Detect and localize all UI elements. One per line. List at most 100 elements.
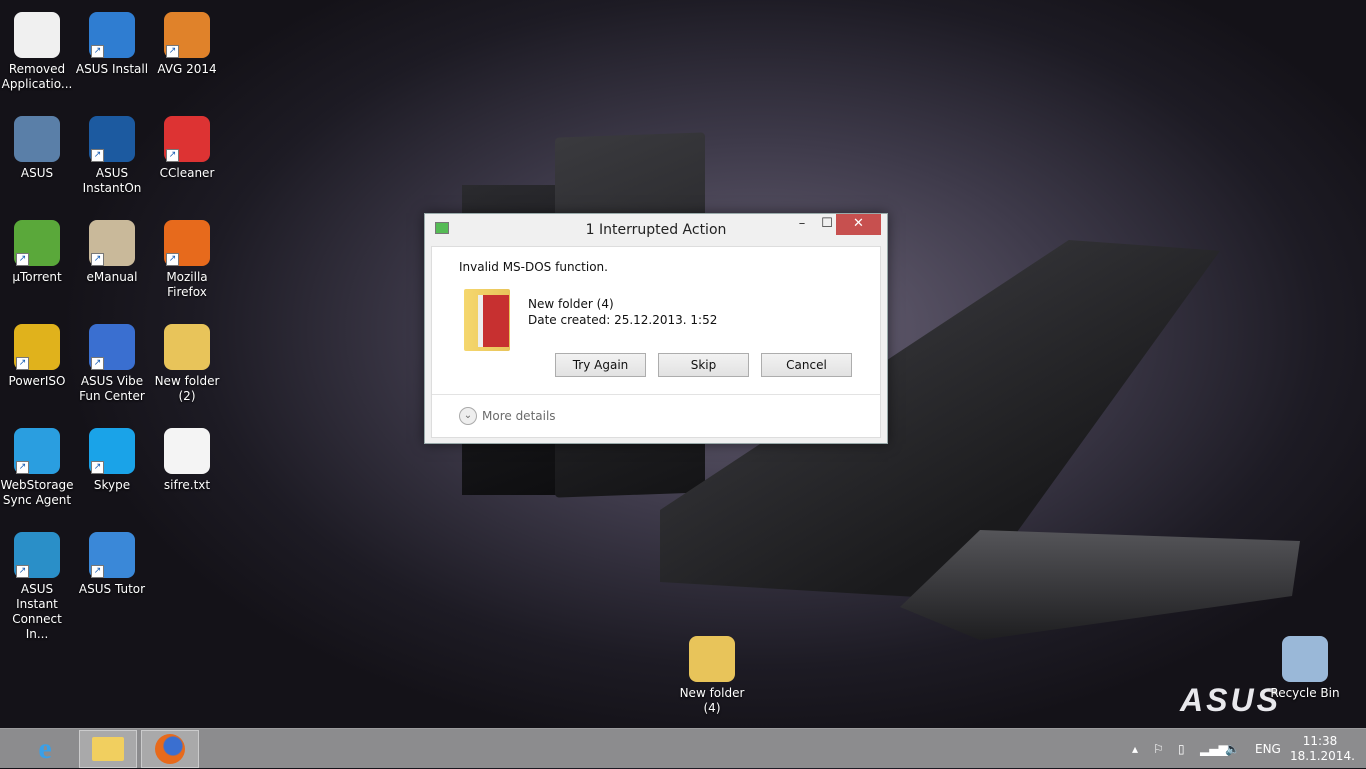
try-again-button[interactable]: Try Again (555, 353, 646, 377)
desktop-icon[interactable]: Removed Applicatio... (0, 12, 74, 92)
volume-icon[interactable]: 🔈 (1225, 729, 1240, 769)
desktop-icon-label: WebStorage Sync Agent (0, 478, 74, 507)
app-icon (14, 12, 60, 58)
folder-icon (464, 289, 510, 351)
folder-icon (92, 737, 124, 761)
app-icon (164, 428, 210, 474)
desktop-icon[interactable]: ↗ ASUS Tutor (75, 532, 149, 597)
app-icon (689, 636, 735, 682)
desktop-icon-label: ASUS Instant Connect In... (12, 582, 62, 641)
shortcut-arrow-icon: ↗ (16, 357, 29, 370)
skip-button[interactable]: Skip (658, 353, 749, 377)
more-details-toggle[interactable]: ⌄ More details (459, 407, 556, 425)
file-transfer-icon (435, 222, 449, 234)
shortcut-arrow-icon: ↗ (91, 565, 104, 578)
power-icon[interactable]: ▯ (1178, 729, 1185, 769)
app-icon: ↗ (89, 532, 135, 578)
desktop-icon-label: Recycle Bin (1270, 686, 1340, 700)
shortcut-arrow-icon: ↗ (166, 45, 179, 58)
app-icon: ↗ (164, 220, 210, 266)
desktop-icon-label: New folder (4) (679, 686, 745, 715)
app-icon (1282, 636, 1328, 682)
desktop-icon-label: AVG 2014 (157, 62, 217, 76)
minimize-button[interactable]: – (787, 214, 817, 235)
desktop-icon[interactable]: ↗ Skype (75, 428, 149, 493)
shortcut-arrow-icon: ↗ (91, 461, 104, 474)
desktop-icon[interactable]: ↗ PowerISO (0, 324, 74, 389)
desktop-icon-label: PowerISO (8, 374, 66, 388)
app-icon: ↗ (164, 116, 210, 162)
firefox-button[interactable] (141, 730, 199, 768)
app-icon: ↗ (14, 428, 60, 474)
desktop-icon-label: sifre.txt (163, 478, 211, 492)
app-icon: ↗ (89, 220, 135, 266)
shortcut-arrow-icon: ↗ (16, 565, 29, 578)
action-center-flag-icon[interactable]: ⚐ (1153, 729, 1164, 769)
shortcut-arrow-icon: ↗ (166, 149, 179, 162)
chevron-down-icon: ⌄ (459, 407, 477, 425)
shortcut-arrow-icon: ↗ (91, 253, 104, 266)
desktop-icon[interactable]: ↗ ASUS Vibe Fun Center (75, 324, 149, 404)
desktop-icon[interactable]: ↗ Mozilla Firefox (150, 220, 224, 300)
app-icon (164, 324, 210, 370)
file-explorer-button[interactable] (79, 730, 137, 768)
cancel-button[interactable]: Cancel (761, 353, 852, 377)
app-icon: ↗ (89, 116, 135, 162)
desktop-icon-label: eManual (86, 270, 138, 284)
asus-wallpaper-logo: ASUS (1180, 682, 1281, 718)
interrupted-action-dialog: 1 Interrupted Action – ☐ ✕ Invalid MS-DO… (424, 213, 888, 444)
desktop-icon[interactable]: sifre.txt (150, 428, 224, 493)
desktop-icon-label: Skype (93, 478, 131, 492)
desktop-icon-label: Removed Applicatio... (1, 62, 73, 91)
desktop-icon-label: ASUS Tutor (78, 582, 146, 596)
app-icon: ↗ (14, 324, 60, 370)
desktop-icon[interactable]: ↗ WebStorage Sync Agent (0, 428, 74, 508)
desktop-icon-label: µTorrent (12, 270, 62, 284)
desktop-icon[interactable]: Recycle Bin (1268, 636, 1342, 701)
app-icon: ↗ (89, 428, 135, 474)
error-message: Invalid MS-DOS function. (459, 260, 608, 274)
desktop-icon[interactable]: ↗ ASUS InstantOn (75, 116, 149, 196)
time: 11:38 (1302, 734, 1338, 748)
desktop-icon-label: ASUS (20, 166, 54, 180)
app-icon (14, 116, 60, 162)
item-date: Date created: 25.12.2013. 1:52 (528, 313, 718, 327)
desktop-icon[interactable]: New folder (2) (150, 324, 224, 404)
desktop-icon[interactable]: ↗ ASUS Install (75, 12, 149, 77)
desktop-icon[interactable]: ↗ AVG 2014 (150, 12, 224, 77)
item-name: New folder (4) (528, 297, 614, 311)
desktop-icon[interactable]: ↗ µTorrent (0, 220, 74, 285)
shortcut-arrow-icon: ↗ (16, 253, 29, 266)
desktop-icon-label: Mozilla Firefox (166, 270, 208, 299)
date: 18.1.2014. (1290, 749, 1355, 763)
app-icon: ↗ (89, 12, 135, 58)
desktop-icon-label: ASUS Vibe Fun Center (79, 374, 145, 403)
clock[interactable]: 11:38 18.1.2014. (1290, 729, 1355, 769)
maximize-button[interactable]: ☐ (817, 214, 837, 235)
desktop-icon[interactable]: New folder (4) (675, 636, 749, 716)
desktop-icon[interactable]: ↗ CCleaner (150, 116, 224, 181)
desktop-icon-label: ASUS Install (75, 62, 149, 76)
desktop-icon-label: ASUS InstantOn (82, 166, 142, 195)
shortcut-arrow-icon: ↗ (91, 45, 104, 58)
taskbar: e ▴ ⚐ ▯ ▂▄▆ 🔈 ENG 11:38 18.1.2014. (0, 728, 1366, 768)
desktop-icon[interactable]: ↗ ASUS Instant Connect In... (0, 532, 74, 642)
network-signal-icon[interactable]: ▂▄▆ (1200, 729, 1228, 769)
desktop-icon[interactable]: ASUS (0, 116, 74, 181)
more-details-label: More details (482, 409, 556, 423)
firefox-icon (155, 734, 185, 764)
shortcut-arrow-icon: ↗ (91, 149, 104, 162)
language-indicator[interactable]: ENG (1255, 729, 1281, 769)
desktop-icon[interactable]: ↗ eManual (75, 220, 149, 285)
app-icon: ↗ (164, 12, 210, 58)
show-hidden-icons-button[interactable]: ▴ (1132, 729, 1138, 769)
divider (432, 394, 880, 395)
internet-explorer-button[interactable]: e (16, 730, 74, 768)
app-icon: ↗ (89, 324, 135, 370)
close-button[interactable]: ✕ (836, 214, 881, 235)
shortcut-arrow-icon: ↗ (166, 253, 179, 266)
desktop-icon-label: CCleaner (159, 166, 215, 180)
app-icon: ↗ (14, 220, 60, 266)
shortcut-arrow-icon: ↗ (16, 461, 29, 474)
internet-explorer-icon: e (38, 732, 52, 765)
